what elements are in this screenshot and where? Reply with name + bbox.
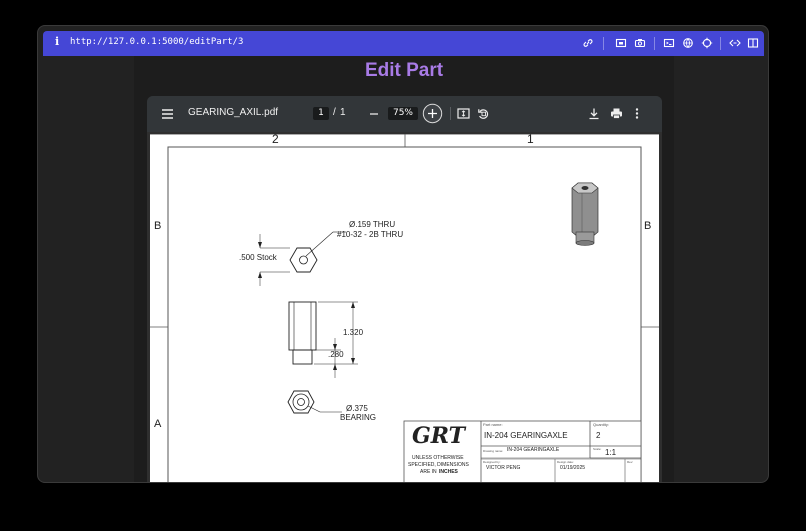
page-title: Edit Part: [364, 60, 444, 81]
engineering-drawing: [150, 134, 659, 482]
toolbar-divider: [654, 37, 655, 50]
zone-marker-b-left: B: [154, 220, 162, 232]
page-number-input[interactable]: 1: [313, 107, 329, 120]
address-bar[interactable]: i http://127.0.0.1:5000/editPart/3: [43, 31, 764, 56]
link-icon[interactable]: [582, 37, 594, 49]
page-separator: /: [333, 107, 336, 118]
zone-marker-2: 2: [272, 132, 279, 146]
note-line-1: UNLESS OTHERWISE: [412, 455, 464, 461]
part-name-value: IN-204 GEARINGAXLE: [484, 431, 568, 440]
note-units: INCHES: [439, 469, 458, 475]
rev-label: Rev:: [627, 460, 634, 464]
dim-length: 1.320: [343, 328, 364, 337]
design-date-value: 01/19/2025: [560, 465, 586, 471]
page-total: 1: [340, 107, 346, 118]
camera-icon[interactable]: [634, 37, 646, 49]
callout-bearing: BEARING: [340, 413, 377, 422]
terminal-icon[interactable]: [663, 37, 675, 49]
scale-label: Scale:: [593, 447, 602, 451]
more-options-icon[interactable]: [634, 107, 640, 120]
part-name-label: Part name:: [483, 422, 503, 427]
dim-small: .280: [328, 350, 344, 359]
design-date-label: Design date:: [557, 460, 574, 464]
scale-value: 1:1: [605, 448, 617, 457]
download-icon[interactable]: [588, 107, 600, 120]
screenshot-icon[interactable]: [615, 37, 627, 49]
note-line-3: ARE IN: [420, 469, 437, 475]
crosshair-icon[interactable]: [701, 37, 713, 49]
zoom-in-icon[interactable]: [422, 103, 443, 124]
zoom-level[interactable]: 75%: [388, 107, 418, 120]
drawing-name-value: IN-204 GEARINGAXLE: [507, 447, 560, 453]
menu-icon[interactable]: [161, 108, 174, 120]
callout-bearing-dia: Ø.375: [346, 404, 368, 413]
note-line-2: SPECIFIED, DIMENSIONS: [408, 462, 469, 468]
zone-marker-1: 1: [527, 132, 534, 146]
callout-thread: #10-32 - 2B THRU: [337, 230, 404, 239]
dim-stock: .500 Stock: [239, 253, 277, 262]
quantity-label: Quantity:: [593, 422, 610, 427]
sidebar-icon[interactable]: [747, 37, 759, 49]
rotate-icon[interactable]: [477, 107, 490, 120]
quantity-value: 2: [596, 431, 601, 440]
drawing-sheet: 2 1 B B A Ø.159 THRU #10-32 - 2B THRU .5…: [150, 132, 659, 482]
callout-thru: Ø.159 THRU: [349, 220, 396, 229]
browser-window: i http://127.0.0.1:5000/editPart/3 Edit …: [37, 25, 769, 483]
network-icon[interactable]: [682, 37, 694, 49]
toolbar-divider: [603, 37, 604, 50]
fit-page-icon[interactable]: [457, 107, 470, 120]
designed-by-label: Designed by:: [483, 460, 501, 464]
toolbar-divider: [720, 37, 721, 50]
info-icon[interactable]: i: [55, 35, 59, 48]
designed-by-value: VICTOR PENG: [486, 465, 521, 471]
pdf-file-name: GEARING_AXIL.pdf: [188, 107, 279, 118]
zoom-out-icon[interactable]: [369, 108, 379, 120]
code-icon[interactable]: [729, 37, 741, 49]
company-logo: GRT: [412, 423, 466, 449]
print-icon[interactable]: [610, 107, 623, 120]
pdf-viewer[interactable]: GEARING_AXIL.pdf 1 / 1 75% 2 1 B B A Ø.1…: [147, 96, 662, 482]
zone-marker-a-left: A: [154, 418, 162, 430]
pdf-toolbar: GEARING_AXIL.pdf 1 / 1 75%: [147, 96, 662, 132]
zone-marker-b-right: B: [644, 220, 652, 232]
url-text[interactable]: http://127.0.0.1:5000/editPart/3: [70, 37, 243, 47]
toolbar-divider: [450, 107, 451, 120]
drawing-name-label: Drawing name:: [483, 449, 504, 453]
